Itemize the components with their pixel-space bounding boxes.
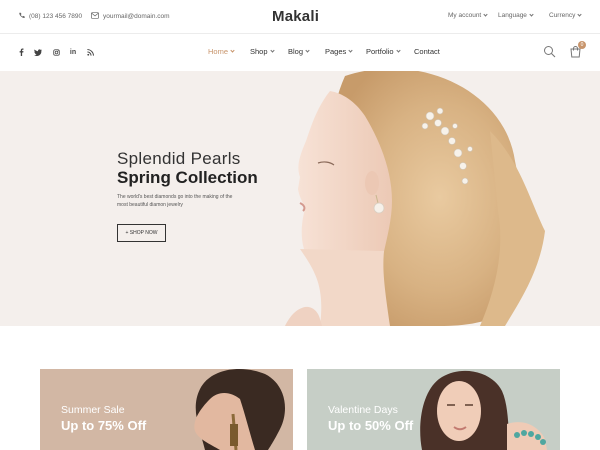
phone-number: (08) 123 456 7890: [29, 13, 83, 20]
chevron-down-icon: [577, 12, 582, 17]
currency-dropdown[interactable]: Currency: [549, 12, 582, 19]
chevron-down-icon: [529, 12, 534, 17]
nav-item-portfolio[interactable]: Portfolio: [366, 47, 401, 56]
currency-label: Currency: [549, 12, 576, 19]
nav-item-label: Pages: [325, 47, 347, 56]
hero-title-line1: Splendid Pearls: [117, 149, 241, 168]
hero-model-image: [285, 71, 545, 326]
language-dropdown[interactable]: Language: [498, 12, 534, 19]
shop-now-button[interactable]: + SHOP NOW: [117, 224, 166, 242]
hero-slider: Splendid Pearls Spring Collection The wo…: [0, 71, 600, 326]
valentine-days-banner[interactable]: Valentine Days Up to 50% Off: [307, 369, 560, 450]
nav-item-label: Portfolio: [366, 47, 394, 56]
phone-icon: [18, 12, 25, 21]
nav-item-contact[interactable]: Contact: [414, 47, 440, 56]
nav-item-pages[interactable]: Pages: [325, 47, 353, 56]
banner-headline: Up to 75% Off: [61, 418, 147, 433]
language-label: Language: [498, 12, 527, 19]
chevron-down-icon: [483, 12, 488, 17]
nav-item-label: Contact: [414, 47, 440, 56]
hero-description: The world's best diamonds go into the ma…: [117, 194, 233, 208]
search-icon[interactable]: [543, 45, 557, 59]
hero-title-line2: Spring Collection: [117, 168, 258, 187]
phone-contact[interactable]: (08) 123 456 7890: [18, 12, 82, 21]
my-account-label: My account: [448, 12, 482, 19]
nav-item-home[interactable]: Home: [208, 47, 235, 56]
twitter-icon[interactable]: [33, 47, 43, 57]
nav-item-shop[interactable]: Shop: [250, 47, 275, 56]
rss-icon[interactable]: [85, 47, 95, 57]
email-contact[interactable]: yourmail@domain.com: [91, 12, 170, 21]
facebook-icon[interactable]: [16, 47, 26, 57]
chevron-down-icon: [348, 48, 353, 53]
banner-kicker: Summer Sale: [61, 404, 125, 416]
cart-count-badge: 0: [578, 41, 586, 49]
email-address: yourmail@domain.com: [103, 13, 170, 20]
top-bar: (08) 123 456 7890 yourmail@domain.com Ma…: [0, 0, 600, 33]
banner-kicker: Valentine Days: [328, 404, 398, 416]
nav-item-label: Shop: [250, 47, 268, 56]
summer-sale-banner[interactable]: Summer Sale Up to 75% Off: [40, 369, 293, 450]
nav-item-blog[interactable]: Blog: [288, 47, 310, 56]
page: (08) 123 456 7890 yourmail@domain.com Ma…: [0, 0, 600, 450]
banner-headline: Up to 50% Off: [328, 418, 414, 433]
mail-icon: [91, 12, 99, 21]
nav-item-label: Home: [208, 47, 229, 56]
chevron-down-icon: [269, 48, 275, 53]
instagram-icon[interactable]: [51, 47, 61, 57]
nav-item-label: Blog: [288, 47, 304, 56]
chevron-down-icon: [305, 48, 310, 53]
logo[interactable]: Makali: [272, 8, 319, 25]
chevron-down-icon: [230, 48, 235, 53]
chevron-down-icon: [395, 48, 401, 53]
linkedin-icon[interactable]: in: [68, 47, 78, 57]
my-account-dropdown[interactable]: My account: [448, 12, 488, 19]
